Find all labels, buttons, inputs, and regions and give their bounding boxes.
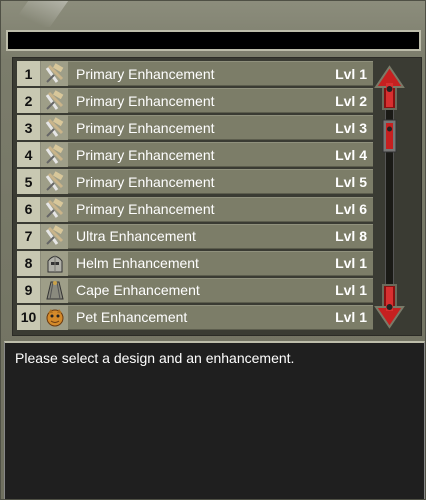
enhancement-level: Lvl 5 bbox=[335, 173, 367, 190]
enhancement-level: Lvl 1 bbox=[335, 255, 367, 272]
row-content: Primary Enhancement Lvl 5 bbox=[68, 169, 373, 195]
enhancement-level: Lvl 3 bbox=[335, 119, 367, 136]
description-panel: Please select a design and an enhancemen… bbox=[4, 341, 425, 499]
crossed-tools-icon bbox=[41, 61, 68, 86]
row-content: Primary Enhancement Lvl 1 bbox=[68, 61, 373, 86]
enhancement-level: Lvl 1 bbox=[335, 309, 367, 326]
list-item[interactable]: 6 Primary Enhancement Lvl 6 bbox=[17, 196, 373, 222]
enhancement-level: Lvl 1 bbox=[335, 282, 367, 299]
enhancement-level: Lvl 4 bbox=[335, 146, 367, 163]
row-content: Primary Enhancement Lvl 4 bbox=[68, 142, 373, 168]
list-item[interactable]: 10 Pet Enhancement Lvl 1 bbox=[17, 304, 373, 330]
row-number: 10 bbox=[17, 304, 41, 330]
crossed-tools-icon bbox=[41, 196, 68, 222]
row-content: Cape Enhancement Lvl 1 bbox=[68, 277, 373, 303]
enhancement-name: Pet Enhancement bbox=[76, 309, 188, 326]
title-bar bbox=[6, 30, 421, 51]
enhancement-name: Primary Enhancement bbox=[76, 119, 215, 136]
enhancement-name: Cape Enhancement bbox=[76, 282, 200, 299]
enhancement-name: Primary Enhancement bbox=[76, 65, 215, 82]
list-item[interactable]: 7 Ultra Enhancement Lvl 8 bbox=[17, 223, 373, 249]
enhancement-level: Lvl 6 bbox=[335, 201, 367, 217]
list-item[interactable]: 2 Primary Enhancement Lvl 2 bbox=[17, 88, 373, 114]
crossed-tools-icon bbox=[41, 223, 68, 249]
arrow-up-icon[interactable] bbox=[374, 65, 405, 117]
row-number: 3 bbox=[17, 115, 41, 141]
crossed-tools-icon bbox=[41, 142, 68, 168]
crossed-tools-icon bbox=[41, 115, 68, 141]
row-content: Pet Enhancement Lvl 1 bbox=[68, 304, 373, 330]
enhancement-name: Primary Enhancement bbox=[76, 173, 215, 190]
arrow-down-icon[interactable] bbox=[374, 277, 405, 329]
row-number: 9 bbox=[17, 277, 41, 303]
description-text: Please select a design and an enhancemen… bbox=[15, 350, 295, 366]
row-content: Primary Enhancement Lvl 3 bbox=[68, 115, 373, 141]
enhancement-level: Lvl 2 bbox=[335, 92, 367, 109]
list-item[interactable]: 9 Cape Enhancement Lvl 1 bbox=[17, 277, 373, 303]
list-item[interactable]: 4 Primary Enhancement Lvl 4 bbox=[17, 142, 373, 168]
enhancement-name: Primary Enhancement bbox=[76, 146, 215, 163]
enhancement-level: Lvl 1 bbox=[335, 65, 367, 82]
row-number: 4 bbox=[17, 142, 41, 168]
row-number: 2 bbox=[17, 88, 41, 114]
row-number: 7 bbox=[17, 223, 41, 249]
crossed-tools-icon bbox=[41, 88, 68, 114]
row-number: 5 bbox=[17, 169, 41, 195]
pet-icon bbox=[41, 304, 68, 330]
list-item[interactable]: 3 Primary Enhancement Lvl 3 bbox=[17, 115, 373, 141]
row-number: 1 bbox=[17, 61, 41, 86]
helm-icon bbox=[41, 250, 68, 276]
frame-shine-decoration bbox=[9, 1, 69, 27]
cape-icon bbox=[41, 277, 68, 303]
scrollbar-thumb[interactable] bbox=[382, 119, 397, 153]
enhancement-list: 1 Primary Enhancement Lvl 1 2 Primary Enhanc… bbox=[12, 57, 422, 336]
row-content: Primary Enhancement Lvl 6 bbox=[68, 196, 373, 222]
list-item[interactable]: 5 Primary Enhancement Lvl 5 bbox=[17, 169, 373, 195]
enhancement-name: Helm Enhancement bbox=[76, 255, 199, 272]
list-item[interactable]: 8 Helm Enhancement Lvl 1 bbox=[17, 250, 373, 276]
scrollbar[interactable] bbox=[374, 65, 405, 329]
row-number: 6 bbox=[17, 196, 41, 222]
enhancement-name: Primary Enhancement bbox=[76, 92, 215, 109]
row-content: Helm Enhancement Lvl 1 bbox=[68, 250, 373, 276]
row-content: Primary Enhancement Lvl 2 bbox=[68, 88, 373, 114]
enhancement-name: Primary Enhancement bbox=[76, 201, 215, 217]
list-item[interactable]: 1 Primary Enhancement Lvl 1 bbox=[17, 61, 373, 86]
row-content: Ultra Enhancement Lvl 8 bbox=[68, 223, 373, 249]
row-number: 8 bbox=[17, 250, 41, 276]
enhancement-name: Ultra Enhancement bbox=[76, 228, 196, 245]
enhancement-level: Lvl 8 bbox=[335, 228, 367, 245]
window-frame: 1 Primary Enhancement Lvl 1 2 Primary Enhanc… bbox=[0, 0, 426, 500]
crossed-tools-icon bbox=[41, 169, 68, 195]
